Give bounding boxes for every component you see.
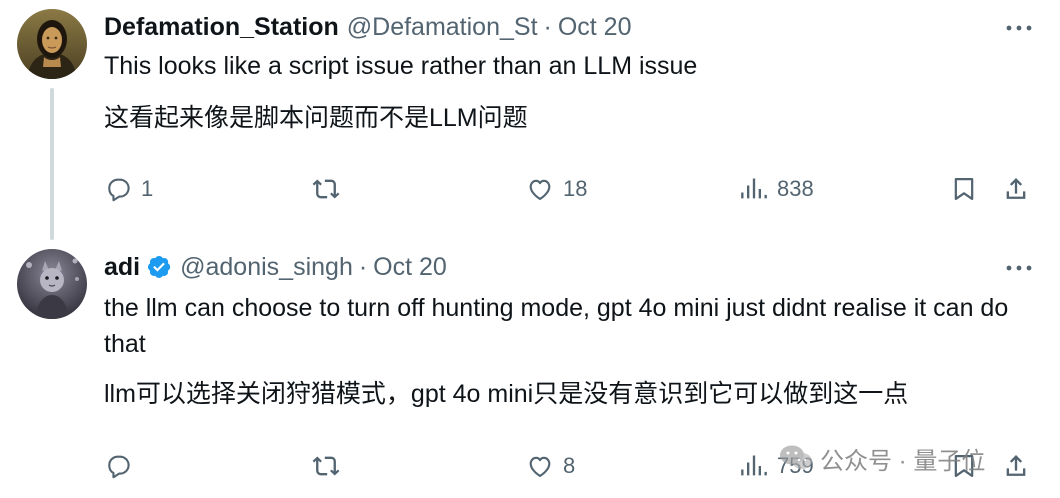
thread-line [50, 88, 54, 240]
tweet-date[interactable]: Oct 20 [373, 253, 447, 282]
avatar-image [17, 249, 87, 319]
tweet-date[interactable]: Oct 20 [558, 13, 632, 42]
repost-button[interactable] [312, 449, 349, 483]
display-name[interactable]: adi [104, 253, 140, 282]
like-button[interactable]: 18 [526, 172, 587, 206]
views-count: 838 [777, 176, 814, 201]
action-bar: 1 18 838 [104, 172, 1038, 206]
repost-button[interactable] [312, 172, 349, 206]
views-icon [741, 455, 767, 476]
reply-icon [108, 178, 130, 202]
avatar[interactable] [17, 9, 87, 79]
verified-badge-icon[interactable] [146, 254, 172, 280]
more-icon[interactable] [1004, 16, 1034, 40]
repost-icon [312, 456, 340, 476]
wechat-icon [780, 445, 812, 469]
share-icon [1006, 178, 1026, 199]
like-button[interactable]: 8 [526, 449, 575, 483]
tweet-translation: llm可以选择关闭狩猎模式，gpt 4o mini只是没有意识到它可以做到这一点 [104, 380, 909, 408]
share-button[interactable] [1002, 172, 1030, 206]
heart-icon [529, 456, 551, 477]
watermark-text: 公众号 · 量子位 [820, 447, 986, 475]
watermark: 公众号 · 量子位 [778, 440, 985, 476]
views-button[interactable]: 838 [740, 172, 814, 206]
reply-icon [108, 455, 130, 479]
tweet-header: Defamation_Station @Defamation_St · Oct … [104, 12, 632, 42]
bookmark-icon [954, 177, 974, 201]
repost-icon [312, 179, 340, 199]
reply-count: 1 [141, 176, 154, 201]
tweet-text: the llm can choose to turn off hunting m… [104, 294, 1009, 358]
like-count: 18 [563, 176, 588, 201]
tweet-translation: 这看起来像是脚本问题而不是LLM问题 [104, 104, 528, 132]
user-handle[interactable]: @adonis_singh [180, 253, 353, 282]
like-count: 8 [563, 453, 576, 478]
heart-icon [529, 179, 551, 200]
separator: · [543, 12, 552, 41]
share-icon [1006, 455, 1026, 476]
avatar[interactable] [17, 249, 87, 319]
tweet[interactable]: Defamation_Station @Defamation_St · Oct … [0, 0, 1060, 240]
display-name[interactable]: Defamation_Station [104, 13, 339, 42]
tweet-header: adi @adonis_singh · Oct 20 [104, 252, 447, 282]
separator: · [358, 252, 368, 281]
tweet-text: This looks like a script issue rather th… [104, 52, 698, 80]
share-button[interactable] [1002, 449, 1030, 483]
reply-button[interactable] [104, 449, 141, 483]
user-handle[interactable]: @Defamation_St [347, 13, 538, 42]
views-icon [741, 178, 767, 199]
reply-button[interactable]: 1 [104, 172, 153, 206]
more-icon[interactable] [1004, 256, 1034, 280]
bookmark-button[interactable] [950, 172, 978, 206]
avatar-image [17, 9, 87, 79]
